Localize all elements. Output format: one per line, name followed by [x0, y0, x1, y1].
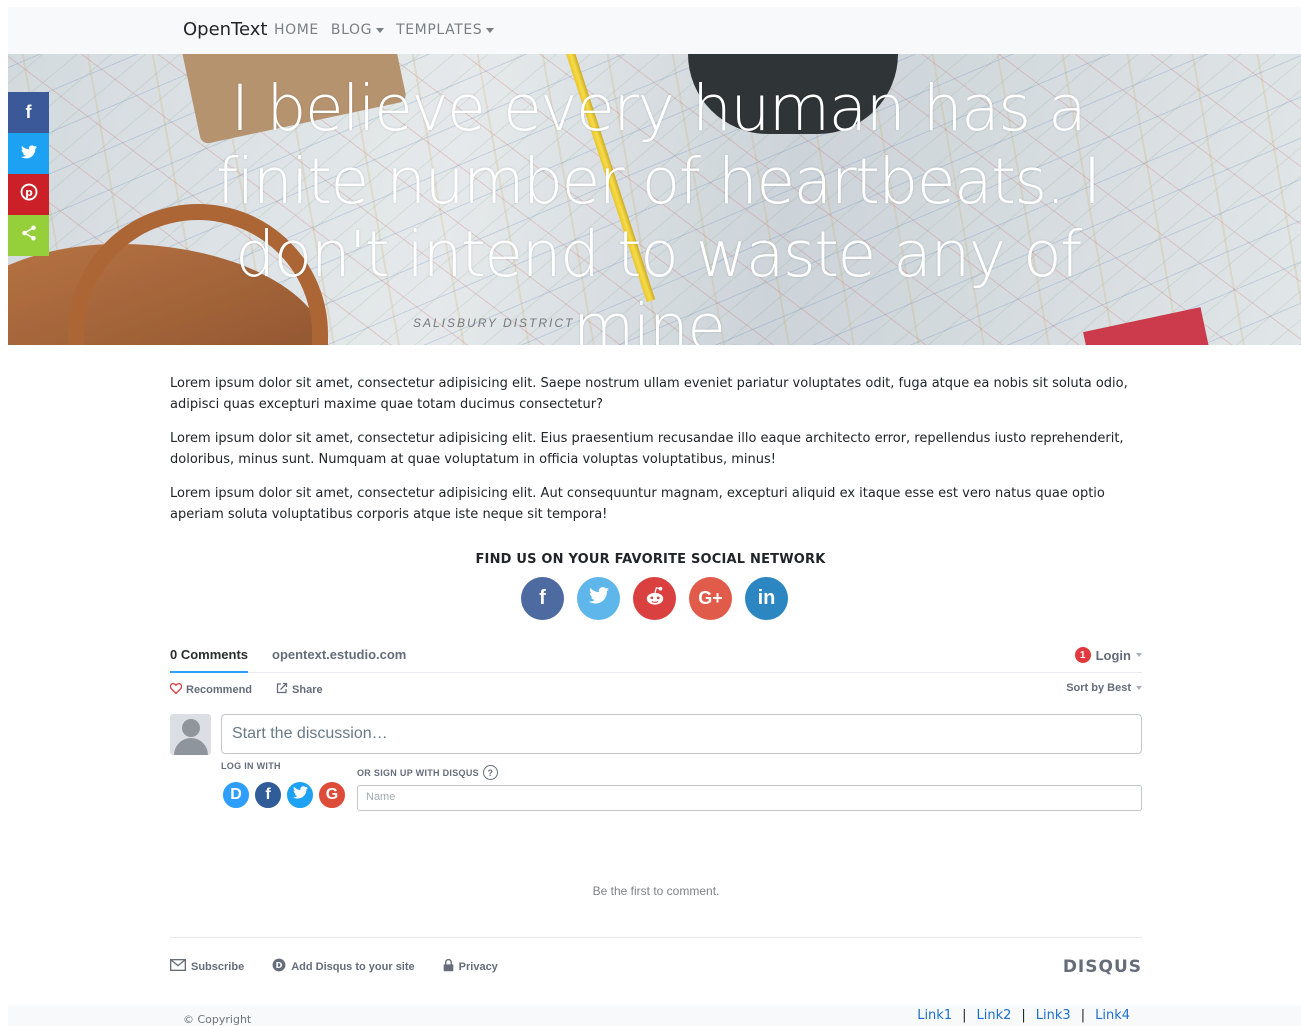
lock-icon	[443, 958, 454, 975]
nav-menu: HOME BLOG TEMPLATES	[274, 22, 495, 38]
disqus-tabs: 0 Comments opentext.estudio.com 1 Login	[170, 640, 1142, 673]
twitter-icon	[588, 587, 609, 610]
signup-label-text: OR SIGN UP WITH DISQUS	[357, 767, 479, 778]
paragraph: Lorem ipsum dolor sit amet, consectetur …	[170, 376, 1128, 412]
pinterest-icon: p	[20, 183, 38, 206]
disqus-thread: 0 Comments opentext.estudio.com 1 Login …	[169, 640, 1142, 980]
disqus-icon: D	[230, 786, 242, 803]
avatar-body	[174, 738, 208, 755]
caret-down-icon	[376, 27, 385, 33]
share-sidebar: f p	[8, 92, 49, 256]
caret-down-icon	[486, 27, 495, 33]
nav-item-templates[interactable]: TEMPLATES	[396, 22, 495, 38]
share-more-button[interactable]	[8, 215, 49, 256]
navbar: OpenText HOME BLOG TEMPLATES	[8, 7, 1301, 54]
login-providers: D f G	[221, 780, 347, 810]
footer-link-4[interactable]: Link4	[1095, 1008, 1130, 1023]
notification-badge: 1	[1074, 647, 1091, 663]
brand-link[interactable]: OpenText	[183, 19, 267, 40]
login-menu[interactable]: 1 Login	[1074, 647, 1142, 663]
disqus-icon: D	[272, 958, 286, 975]
paragraph: Lorem ipsum dolor sit amet, consectetur …	[170, 486, 1105, 522]
facebook-icon: f	[539, 587, 546, 609]
privacy-link[interactable]: Privacy	[443, 958, 498, 975]
linkedin-icon: in	[757, 587, 776, 609]
sort-dropdown[interactable]: Sort by Best	[1066, 682, 1142, 694]
twitter-icon	[20, 144, 37, 163]
share-twitter-button[interactable]	[8, 133, 49, 174]
social-heading: FIND US ON YOUR FAVORITE SOCIAL NETWORK	[475, 552, 826, 567]
recommend-label: Recommend	[186, 683, 253, 696]
login-google-button[interactable]: G	[317, 780, 347, 810]
tab-community[interactable]: opentext.estudio.com	[272, 647, 406, 662]
sort-label: Sort by Best	[1066, 682, 1131, 694]
social-links: f G+ in	[521, 577, 788, 620]
comment-input[interactable]: Start the discussion…	[221, 714, 1142, 754]
disqus-footer: Subscribe D Add Disqus to your site Priv…	[170, 937, 1142, 987]
login-facebook-button[interactable]: f	[253, 780, 283, 810]
tab-comments[interactable]: 0 Comments	[170, 647, 249, 673]
login-twitter-button[interactable]	[285, 780, 315, 810]
subscribe-label: Subscribe	[191, 960, 245, 973]
reddit-icon	[644, 586, 666, 612]
separator: |	[962, 1008, 967, 1023]
avatar-head	[182, 719, 200, 737]
share-pinterest-button[interactable]: p	[8, 174, 49, 215]
login-disqus-button[interactable]: D	[221, 780, 251, 810]
help-icon[interactable]: ?	[482, 765, 498, 780]
nav-item-label: TEMPLATES	[396, 22, 483, 38]
nav-item-label: HOME	[274, 22, 319, 38]
signup-with-disqus-label: OR SIGN UP WITH DISQUS ?	[357, 765, 498, 780]
facebook-icon: f	[265, 786, 271, 803]
avatar	[170, 714, 211, 755]
disqus-footer-links: Subscribe D Add Disqus to your site Priv…	[170, 958, 498, 975]
share-export-icon	[276, 682, 288, 697]
thread-actions: Recommend Share	[169, 682, 323, 697]
social-reddit-button[interactable]	[633, 577, 676, 620]
hero-quote: I believe every human has a finite numbe…	[216, 72, 1101, 345]
heart-icon	[169, 682, 183, 697]
hero-banner: SALISBURY DISTRICT I believe every human…	[8, 54, 1301, 345]
article-body: Lorem ipsum dolor sit amet, consectetur …	[170, 373, 1140, 538]
google-icon: G	[325, 786, 339, 803]
twitter-icon	[292, 786, 308, 804]
social-facebook-button[interactable]: f	[521, 577, 564, 620]
footer-link-1[interactable]: Link1	[917, 1008, 952, 1023]
nav-item-blog[interactable]: BLOG	[330, 22, 385, 38]
add-disqus-link[interactable]: D Add Disqus to your site	[272, 958, 415, 975]
copyright: © Copyright	[183, 1013, 252, 1026]
share-button[interactable]: Share	[276, 682, 323, 697]
name-field[interactable]: Name	[357, 785, 1142, 811]
envelope-icon	[170, 959, 186, 974]
footer-link-3[interactable]: Link3	[1036, 1008, 1071, 1023]
google-plus-icon: G+	[698, 588, 723, 608]
separator: |	[1080, 1008, 1086, 1023]
svg-text:D: D	[276, 960, 283, 970]
subscribe-link[interactable]: Subscribe	[170, 958, 244, 975]
empty-message: Be the first to comment.	[592, 884, 720, 898]
share-facebook-button[interactable]: f	[8, 92, 49, 133]
chevron-down-icon	[1136, 686, 1142, 690]
footer-links: Link1 | Link2 | Link3 | Link4	[917, 1008, 1130, 1023]
disqus-logo[interactable]: DISQUS	[1063, 957, 1142, 977]
privacy-label: Privacy	[458, 960, 498, 973]
facebook-icon: f	[25, 102, 32, 122]
chevron-down-icon	[1136, 653, 1142, 657]
paragraph: Lorem ipsum dolor sit amet, consectetur …	[170, 431, 1124, 467]
share-label: Share	[292, 683, 323, 696]
social-twitter-button[interactable]	[577, 577, 620, 620]
separator: |	[1021, 1008, 1026, 1023]
recommend-button[interactable]: Recommend	[169, 682, 253, 697]
share-icon	[20, 224, 38, 247]
page-footer: © Copyright Link1 | Link2 | Link3 | Link…	[8, 1005, 1301, 1026]
nav-item-label: BLOG	[330, 22, 373, 38]
login-with-label: LOG IN WITH	[221, 761, 281, 771]
login-label: Login	[1095, 647, 1131, 663]
social-linkedin-button[interactable]: in	[745, 577, 788, 620]
svg-text:p: p	[25, 187, 33, 199]
social-google-plus-button[interactable]: G+	[689, 577, 732, 620]
nav-item-home[interactable]: HOME	[274, 22, 319, 38]
add-disqus-label: Add Disqus to your site	[291, 960, 415, 973]
footer-link-2[interactable]: Link2	[977, 1008, 1012, 1023]
